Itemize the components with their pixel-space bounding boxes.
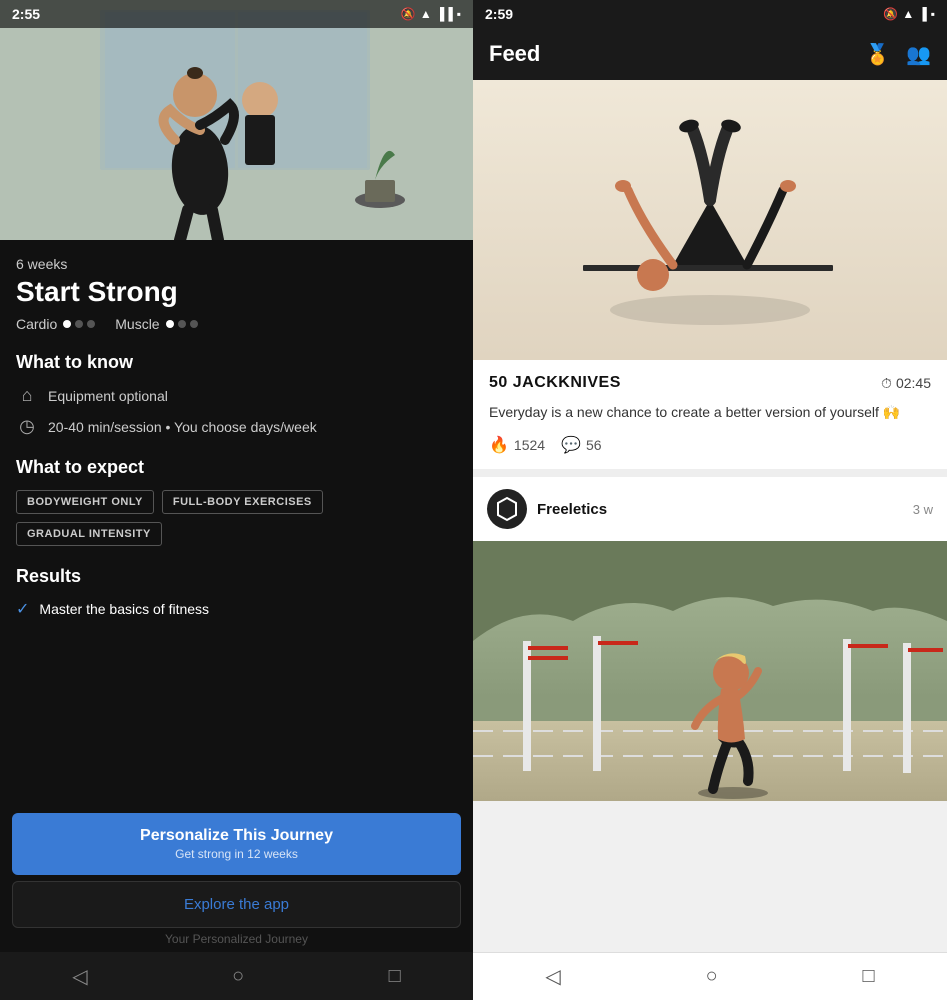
right-wifi-icon: ▲ [902,7,914,21]
cardio-intensity: Cardio [16,316,95,332]
left-hero-placeholder [0,0,473,240]
likes-count: 1524 [514,437,545,453]
right-nav-back-icon[interactable]: ◁ [545,964,560,989]
people-icon[interactable]: 👥 [906,42,931,67]
right-status-time: 2:59 [485,6,513,22]
muscle-dot-1 [166,320,174,328]
notification-icon: 🔕 [401,7,416,21]
header-icons: 🏅 👥 [865,42,931,67]
right-header: Feed 🏅 👥 [473,28,947,80]
right-nav-recent-icon[interactable]: □ [862,965,874,988]
cardio-label: Cardio [16,316,57,332]
workout-card: 50 JACKKNIVES ⏱ 02:45 Everyday is a new … [473,360,947,469]
clock-icon: ◷ [16,416,38,437]
intensity-row: Cardio Muscle [16,316,457,332]
workout-card-header: 50 JACKKNIVES ⏱ 02:45 [489,374,931,392]
muscle-dot-2 [178,320,186,328]
fire-icon: 🔥 [489,435,509,455]
medal-icon[interactable]: 🏅 [865,42,890,67]
timer-icon: ⏱ [881,375,892,392]
check-icon: ✓ [16,599,29,619]
equipment-text: Equipment optional [48,388,168,404]
results-title: Results [16,566,457,587]
feed-hero-image [473,80,947,360]
tag-fullbody: FULL-BODY EXERCISES [162,490,323,514]
feed-title: Feed [489,41,865,67]
comment-icon: 💬 [561,435,581,455]
post-image [473,541,947,801]
stat-likes[interactable]: 🔥 1524 [489,435,545,455]
muscle-intensity: Muscle [115,316,197,332]
stat-comments[interactable]: 💬 56 [561,435,602,455]
home-icon: ⌂ [16,385,38,406]
post-avatar [487,489,527,529]
program-title: Start Strong [16,276,457,308]
post-username[interactable]: Freeletics [537,501,913,518]
duration-item: ◷ 20-40 min/session • You choose days/we… [16,416,457,437]
cardio-dot-2 [75,320,83,328]
nav-home-icon[interactable]: ○ [232,965,244,988]
workout-description: Everyday is a new chance to create a bet… [489,402,931,423]
what-to-expect-title: What to expect [16,457,457,478]
workout-name: 50 JACKKNIVES [489,374,621,392]
left-content: 6 weeks Start Strong Cardio Muscle [0,240,473,805]
explore-button-label: Explore the app [184,896,289,913]
results-section: Results ✓ Master the basics of fitness [16,566,457,619]
post-header: Freeletics 3 w [473,477,947,541]
left-status-bar: 2:55 🔕 ▲ ▐▐ ▪ [0,0,473,28]
right-signal-icon: ▐ [918,7,927,21]
signal-icon: ▐▐ [436,7,453,21]
left-status-icons: 🔕 ▲ ▐▐ ▪ [401,7,461,21]
left-status-time: 2:55 [12,6,40,22]
left-panel: 2:55 🔕 ▲ ▐▐ ▪ [0,0,473,1000]
workout-time-value: 02:45 [896,375,931,391]
nav-recent-icon[interactable]: □ [389,965,401,988]
feed-divider [473,469,947,477]
post-time: 3 w [913,502,933,517]
personalize-button-sublabel: Get strong in 12 weeks [26,847,447,861]
right-notification-icon: 🔕 [883,7,898,21]
left-hero-image [0,0,473,240]
tag-gradual: GRADUAL INTENSITY [16,522,162,546]
right-battery-icon: ▪ [931,7,935,21]
equipment-item: ⌂ Equipment optional [16,385,457,406]
duration-text: 20-40 min/session • You choose days/week [48,419,317,435]
personalize-button[interactable]: Personalize This Journey Get strong in 1… [12,813,461,875]
explore-button[interactable]: Explore the app [12,881,461,928]
journey-hint: Your Personalized Journey [12,928,461,952]
post-img-placeholder [473,541,947,801]
feed-hero-placeholder [473,80,947,360]
tag-bodyweight: BODYWEIGHT ONLY [16,490,154,514]
what-to-know-title: What to know [16,352,457,373]
bottom-buttons: Personalize This Journey Get strong in 1… [0,805,473,952]
nav-back-icon[interactable]: ◁ [72,964,87,989]
right-status-icons: 🔕 ▲ ▐ ▪ [883,7,935,21]
result-text-1: Master the basics of fitness [39,601,209,617]
right-nav-home-icon[interactable]: ○ [706,965,718,988]
feed-scroll[interactable]: 50 JACKKNIVES ⏱ 02:45 Everyday is a new … [473,80,947,952]
right-panel: 2:59 🔕 ▲ ▐ ▪ Feed 🏅 👥 [473,0,947,1000]
battery-icon: ▪ [457,7,461,21]
what-to-expect-section: What to expect BODYWEIGHT ONLY FULL-BODY… [16,457,457,546]
cardio-dots [63,320,95,328]
personalize-button-label: Personalize This Journey [26,827,447,845]
what-to-know-section: What to know ⌂ Equipment optional ◷ 20-4… [16,352,457,437]
comments-count: 56 [586,437,602,453]
cardio-dot-1 [63,320,71,328]
right-bottom-nav: ◁ ○ □ [473,952,947,1000]
weeks-label: 6 weeks [16,256,457,272]
result-item-1: ✓ Master the basics of fitness [16,599,457,619]
wifi-icon: ▲ [420,7,432,21]
tags-container: BODYWEIGHT ONLY FULL-BODY EXERCISES GRAD… [16,490,457,546]
muscle-dots [166,320,198,328]
post-card: Freeletics 3 w [473,477,947,801]
cardio-dot-3 [87,320,95,328]
left-bottom-nav: ◁ ○ □ [0,952,473,1000]
right-status-bar: 2:59 🔕 ▲ ▐ ▪ [473,0,947,28]
workout-time: ⏱ 02:45 [881,375,931,392]
muscle-dot-3 [190,320,198,328]
muscle-label: Muscle [115,316,159,332]
workout-stats: 🔥 1524 💬 56 [489,435,931,455]
